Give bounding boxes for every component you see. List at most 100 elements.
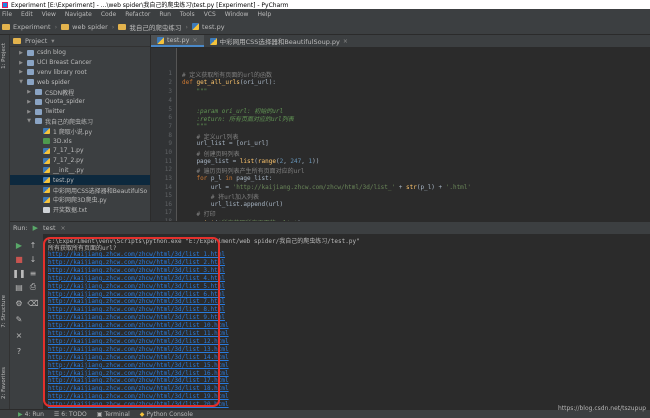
tree-item[interactable]: 中彩网用CSS选择器和BeautifulSo xyxy=(10,185,150,195)
chevron-down-icon[interactable]: ▼ xyxy=(18,79,24,85)
code-line: url = 'http://kaijiang.zhcw.com/zhcw/htm… xyxy=(182,184,472,191)
tree-item[interactable]: ▼ 我自己的爬虫练习 xyxy=(10,117,150,127)
python-file-icon xyxy=(43,187,50,194)
line-number: 3 xyxy=(168,88,172,95)
status-terminal[interactable]: ▣ Terminal xyxy=(97,411,130,418)
tab-structure[interactable]: 7: Structure xyxy=(1,295,7,328)
menu-vcs[interactable]: VCS xyxy=(204,11,216,18)
line-number: 12 xyxy=(164,166,172,173)
close-icon[interactable]: × xyxy=(193,37,198,44)
tree-item[interactable]: __init__.py xyxy=(10,166,150,176)
close-icon[interactable]: × xyxy=(61,225,66,232)
tree-item[interactable]: ▶ UCI Breast Cancer xyxy=(10,58,150,68)
status-python-console[interactable]: ◆ Python Console xyxy=(140,411,193,418)
editor-tab-test-py[interactable]: test.py × xyxy=(151,35,204,47)
line-number: 1 xyxy=(168,70,172,77)
tree-item[interactable]: test.py xyxy=(10,175,150,186)
chevron-right-icon[interactable]: ▶ xyxy=(26,89,32,95)
stop-icon[interactable]: ■ xyxy=(14,254,24,264)
python-file-icon xyxy=(192,23,200,30)
menu-code[interactable]: Code xyxy=(101,11,116,18)
status-label: 4: Run xyxy=(24,410,44,418)
tree-item[interactable]: 7_17_1.py xyxy=(10,146,150,156)
tree-item[interactable]: ▼ web spider xyxy=(10,77,150,87)
tree-item-label: 1 爬取小说.py xyxy=(53,128,92,136)
close-panel-icon[interactable]: × xyxy=(14,330,24,340)
menu-refactor[interactable]: Refactor xyxy=(125,11,150,18)
tree-item[interactable]: 7_17_2.py xyxy=(10,156,150,166)
code-line: # 打印 xyxy=(182,211,216,218)
menu-tools[interactable]: Tools xyxy=(180,11,195,18)
clear-icon[interactable]: ⌫ xyxy=(27,298,38,308)
tab-project[interactable]: 1: Project xyxy=(1,43,7,69)
menu-help[interactable]: Help xyxy=(257,11,271,18)
tree-item[interactable]: 中彩网爬3D爬虫.py xyxy=(10,195,150,205)
tree-item[interactable]: ▶ Twitter xyxy=(10,107,150,117)
tree-item-label: 中彩网用CSS选择器和BeautifulSo xyxy=(53,187,148,195)
rerun-icon[interactable]: ▶ xyxy=(14,240,24,250)
breadcrumb-spider-practice[interactable]: 我自己的爬虫练习 xyxy=(118,22,181,32)
project-panel-title[interactable]: Project xyxy=(25,37,47,45)
soft-wrap-icon[interactable]: ≡ xyxy=(28,268,38,278)
menu-window[interactable]: Window xyxy=(225,11,249,18)
line-number: 14 xyxy=(164,184,172,191)
print-icon[interactable]: ⎙ xyxy=(28,282,38,292)
tab-favorites[interactable]: 2: Favorites xyxy=(1,367,7,399)
run-config-tab[interactable]: test xyxy=(43,224,55,232)
pause-icon[interactable]: ❚❚ xyxy=(12,268,25,278)
code-editor[interactable]: # 定义获取所有页面的url的函数 def get_all_urls(ori_u… xyxy=(177,48,650,221)
project-icon xyxy=(13,37,21,44)
folder-icon xyxy=(27,69,34,76)
breadcrumb-experiment[interactable]: Experiment xyxy=(2,23,51,31)
chevron-down-icon[interactable]: ▼ xyxy=(26,118,32,124)
chevron-right-icon[interactable]: ▶ xyxy=(26,109,32,115)
arrow-up-icon[interactable]: ↑ xyxy=(28,240,38,250)
menu-run[interactable]: Run xyxy=(159,11,171,18)
folder-icon xyxy=(27,59,34,66)
tree-item[interactable]: ▶ csdn blog xyxy=(10,48,150,58)
arrow-down-icon[interactable]: ↓ xyxy=(28,254,38,264)
python-file-icon xyxy=(209,37,217,45)
menu-view[interactable]: View xyxy=(42,11,56,18)
status-run[interactable]: ▶ 4: Run xyxy=(18,411,44,418)
editor-tab-css-selector[interactable]: 中彩网用CSS选择器和BeautifulSoup.py × xyxy=(204,35,354,47)
project-tree: ▶ csdn blog ▶ UCI Breast Cancer ▶ venv librar… xyxy=(10,47,150,215)
breadcrumb-web-spider[interactable]: web spider xyxy=(61,23,108,31)
status-todo[interactable]: ☰ 6: TODO xyxy=(54,411,87,418)
tree-item[interactable]: ▶ CSDN教程 xyxy=(10,87,150,97)
breadcrumb: Experiment › web spider › 我自己的爬虫练习 › tes… xyxy=(0,19,650,35)
window-title: Experiment [E:\Experiment] - ...\web spi… xyxy=(11,2,289,9)
close-icon[interactable]: × xyxy=(343,38,348,45)
line-number: 2 xyxy=(168,79,172,86)
line-number: 4 xyxy=(168,97,172,104)
tree-item[interactable]: ▶ venv library root xyxy=(10,68,150,78)
tree-item[interactable]: 1 爬取小说.py xyxy=(10,126,150,136)
line-number: 9 xyxy=(168,140,172,147)
watermark: https://blog.csdn.net/tszupup xyxy=(557,405,646,412)
breadcrumb-label: test.py xyxy=(202,22,225,31)
chevron-down-icon[interactable]: ▾ xyxy=(51,37,54,45)
help-icon[interactable]: ? xyxy=(14,346,24,356)
python-console-icon: ◆ xyxy=(139,410,145,418)
chevron-right-icon[interactable]: ▶ xyxy=(18,50,24,56)
pin-icon[interactable]: ✎ xyxy=(14,314,24,324)
breadcrumb-test-py[interactable]: test.py xyxy=(192,23,225,31)
tree-item[interactable]: ▶ Quota_spider xyxy=(10,97,150,107)
restore-layout-icon[interactable]: ▤ xyxy=(14,282,24,292)
chevron-right-icon[interactable]: ▶ xyxy=(18,60,24,66)
menu-edit[interactable]: Edit xyxy=(21,11,33,18)
tree-item[interactable]: 开奖数据.txt xyxy=(10,205,150,215)
chevron-right-icon: › xyxy=(54,22,58,31)
code-line: # 定义获取所有页面的url的函数 xyxy=(182,72,273,79)
chevron-right-icon[interactable]: ▶ xyxy=(26,99,32,105)
line-number: 13 xyxy=(164,175,172,182)
line-number: 5 xyxy=(168,106,172,113)
settings-icon[interactable]: ⚙ xyxy=(14,298,24,308)
chevron-right-icon[interactable]: ▶ xyxy=(18,69,24,75)
breadcrumb-label: 我自己的爬虫练习 xyxy=(129,23,182,32)
menu-navigate[interactable]: Navigate xyxy=(65,11,92,18)
tree-item-label: 7_17_2.py xyxy=(53,157,84,165)
tree-item-label: test.py xyxy=(53,176,74,184)
menu-file[interactable]: File xyxy=(2,11,12,18)
tree-item[interactable]: 3D.xls xyxy=(10,136,150,146)
